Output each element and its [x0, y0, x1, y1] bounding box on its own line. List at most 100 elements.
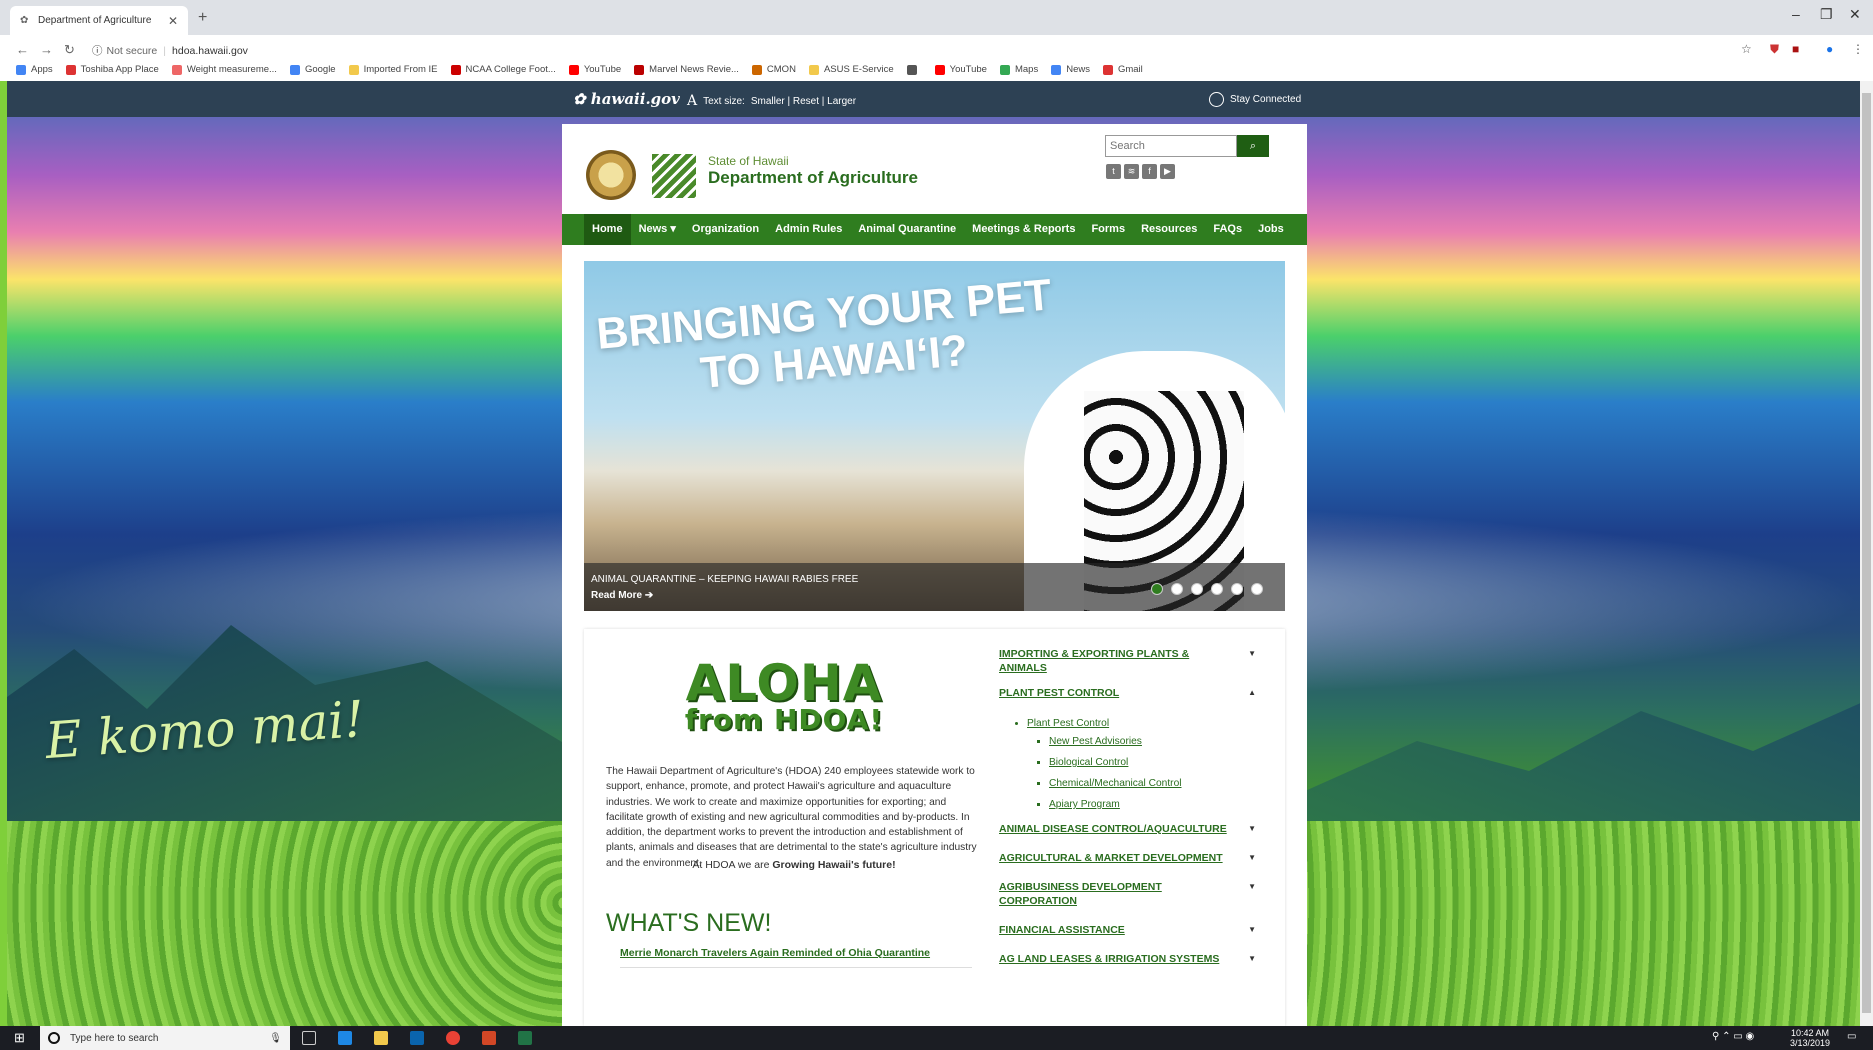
- site-header: State of Hawaii Department of Agricultur…: [562, 124, 1307, 214]
- bookmark-label: Imported From IE: [363, 64, 438, 75]
- bookmark-favicon-icon: [450, 64, 461, 75]
- nav-item[interactable]: News ▾: [631, 214, 684, 245]
- bookmark-item[interactable]: News: [1051, 64, 1090, 75]
- search-button[interactable]: ⌕: [1237, 135, 1269, 157]
- apiary-program-link[interactable]: Apiary Program: [1049, 799, 1264, 810]
- accordion-financial-assistance[interactable]: FINANCIAL ASSISTANCE ▼: [999, 923, 1264, 937]
- hero-slider[interactable]: BRINGING YOUR PET TO HAWAI‘I? Animal Qua…: [584, 261, 1285, 611]
- browser-tab-bar: ✿ Department of Agriculture ✕ + – ❐ ✕: [0, 0, 1873, 35]
- nav-item[interactable]: Jobs: [1250, 214, 1292, 245]
- powerpoint-icon[interactable]: [482, 1031, 496, 1045]
- scrollbar-thumb[interactable]: [1862, 93, 1871, 1013]
- nav-item[interactable]: Organization: [684, 214, 767, 245]
- new-pest-advisories-link[interactable]: New Pest Advisories: [1049, 736, 1264, 747]
- nav-item[interactable]: Forms: [1083, 214, 1133, 245]
- accordion-agribusiness[interactable]: AGRIBUSINESS DEVELOPMENT CORPORATION ▼: [999, 880, 1264, 908]
- bookmark-item[interactable]: Maps: [999, 64, 1039, 75]
- accordion-ag-land[interactable]: AG LAND LEASES & IRRIGATION SYSTEMS ▼: [999, 952, 1264, 966]
- info-icon[interactable]: ⓘ: [92, 43, 103, 58]
- bookmark-label: Maps: [1014, 64, 1039, 75]
- reload-icon[interactable]: ↻: [64, 42, 75, 58]
- window-close-icon[interactable]: ✕: [1849, 6, 1861, 23]
- accordion-label: AG LAND LEASES & IRRIGATION SYSTEMS: [999, 953, 1220, 965]
- nav-item[interactable]: Animal Quarantine: [850, 214, 964, 245]
- forward-icon[interactable]: →: [40, 42, 53, 57]
- new-tab-icon[interactable]: +: [198, 9, 207, 27]
- browser-tab[interactable]: ✿ Department of Agriculture ✕: [10, 6, 188, 35]
- slider-dot[interactable]: [1171, 583, 1183, 595]
- bookmark-item[interactable]: Toshiba App Place: [65, 64, 159, 75]
- profile-avatar[interactable]: ●: [1826, 42, 1833, 56]
- accordion-plant-pest-control[interactable]: PLANT PEST CONTROL ▲: [999, 686, 1264, 700]
- task-view-icon[interactable]: [302, 1031, 316, 1045]
- windows-start-icon[interactable]: ⊞: [14, 1030, 25, 1046]
- nav-item[interactable]: Meetings & Reports: [964, 214, 1083, 245]
- slider-dot[interactable]: [1191, 583, 1203, 595]
- rss-icon[interactable]: ≋: [1124, 164, 1139, 179]
- bookmark-item[interactable]: ASUS E-Service: [808, 64, 894, 75]
- bookmark-star-icon[interactable]: ☆: [1741, 42, 1752, 56]
- close-tab-icon[interactable]: ✕: [168, 14, 178, 28]
- hawaii-gov-logo[interactable]: ✿ hawaii.gov: [573, 90, 680, 108]
- bookmark-item[interactable]: YouTube: [568, 64, 621, 75]
- menu-kebab-icon[interactable]: ⋮: [1852, 42, 1864, 56]
- bookmark-favicon-icon: [65, 64, 76, 75]
- bookmark-item[interactable]: NCAA College Foot...: [450, 64, 556, 75]
- plant-pest-control-link[interactable]: Plant Pest Control New Pest Advisories B…: [1027, 718, 1264, 810]
- stay-connected[interactable]: Stay Connected: [1209, 92, 1301, 107]
- bookmark-item[interactable]: Weight measureme...: [171, 64, 277, 75]
- dept-title[interactable]: Department of Agriculture: [708, 168, 918, 188]
- page-scrollbar[interactable]: [1860, 81, 1873, 1026]
- nav-item[interactable]: FAQs: [1205, 214, 1250, 245]
- minimize-icon[interactable]: –: [1792, 6, 1800, 22]
- bookmark-item[interactable]: Apps: [16, 64, 53, 75]
- microphone-icon[interactable]: 🎙: [269, 1033, 282, 1044]
- bookmark-label: Weight measureme...: [186, 64, 277, 75]
- taskbar-clock[interactable]: 10:42 AM 3/13/2019: [1790, 1028, 1830, 1048]
- bookmark-item[interactable]: Imported From IE: [348, 64, 438, 75]
- nav-item[interactable]: Home: [584, 214, 631, 245]
- biological-control-link[interactable]: Biological Control: [1049, 757, 1264, 768]
- read-more-link[interactable]: Read More ➔: [591, 590, 653, 601]
- outlook-icon[interactable]: [410, 1031, 424, 1045]
- facebook-icon[interactable]: f: [1142, 164, 1157, 179]
- nav-item[interactable]: Admin Rules: [767, 214, 850, 245]
- slide-headline: BRINGING YOUR PET TO HAWAI‘I?: [595, 270, 1058, 406]
- bookmark-item[interactable]: CMON: [751, 64, 796, 75]
- system-tray-icons[interactable]: ⚲ ⌃ ▭ ◉: [1712, 1031, 1754, 1042]
- bookmark-item[interactable]: YouTube: [934, 64, 987, 75]
- taskbar-search[interactable]: Type here to search 🎙: [40, 1026, 290, 1050]
- text-size-icon: A: [687, 93, 698, 109]
- twitter-icon[interactable]: t: [1106, 164, 1121, 179]
- slider-dot[interactable]: [1231, 583, 1243, 595]
- slider-dot[interactable]: [1211, 583, 1223, 595]
- accordion-animal-disease[interactable]: ANIMAL DISEASE CONTROL/AQUACULTURE ▼: [999, 822, 1264, 836]
- url-separator: |: [163, 44, 167, 57]
- accordion-market-development[interactable]: AGRICULTURAL & MARKET DEVELOPMENT ▼: [999, 851, 1264, 865]
- excel-icon[interactable]: [518, 1031, 532, 1045]
- chemical-mechanical-control-link[interactable]: Chemical/Mechanical Control: [1049, 778, 1264, 789]
- bookmark-item[interactable]: Gmail: [1102, 64, 1143, 75]
- restore-icon[interactable]: ❐: [1820, 6, 1833, 23]
- youtube-icon[interactable]: ▶: [1160, 164, 1175, 179]
- bookmark-item[interactable]: [906, 64, 922, 75]
- text-size-options[interactable]: Smaller | Reset | Larger: [751, 96, 856, 107]
- link-label: Plant Pest Control: [1027, 718, 1110, 729]
- whats-new-link[interactable]: Merrie Monarch Travelers Again Reminded …: [620, 947, 930, 959]
- bookmark-item[interactable]: Marvel News Revie...: [634, 64, 739, 75]
- bookmark-label: Gmail: [1117, 64, 1143, 75]
- search-input[interactable]: [1105, 135, 1237, 157]
- extension-shield-icon[interactable]: ⛊: [1770, 42, 1779, 57]
- bookmark-item[interactable]: Google: [289, 64, 336, 75]
- extension-pdf-icon[interactable]: ■: [1792, 42, 1799, 56]
- hdoa-leaf-logo[interactable]: [652, 154, 696, 198]
- notifications-icon[interactable]: ▭: [1847, 1031, 1856, 1042]
- slider-dot[interactable]: [1151, 583, 1163, 595]
- chrome-icon[interactable]: [446, 1031, 460, 1045]
- back-icon[interactable]: ←: [16, 42, 29, 57]
- edge-icon[interactable]: [338, 1031, 352, 1045]
- nav-item[interactable]: Resources: [1133, 214, 1205, 245]
- slider-dot[interactable]: [1251, 583, 1263, 595]
- file-explorer-icon[interactable]: [374, 1031, 388, 1045]
- accordion-importing-exporting[interactable]: IMPORTING & EXPORTING PLANTS & ANIMALS ▼: [999, 647, 1264, 675]
